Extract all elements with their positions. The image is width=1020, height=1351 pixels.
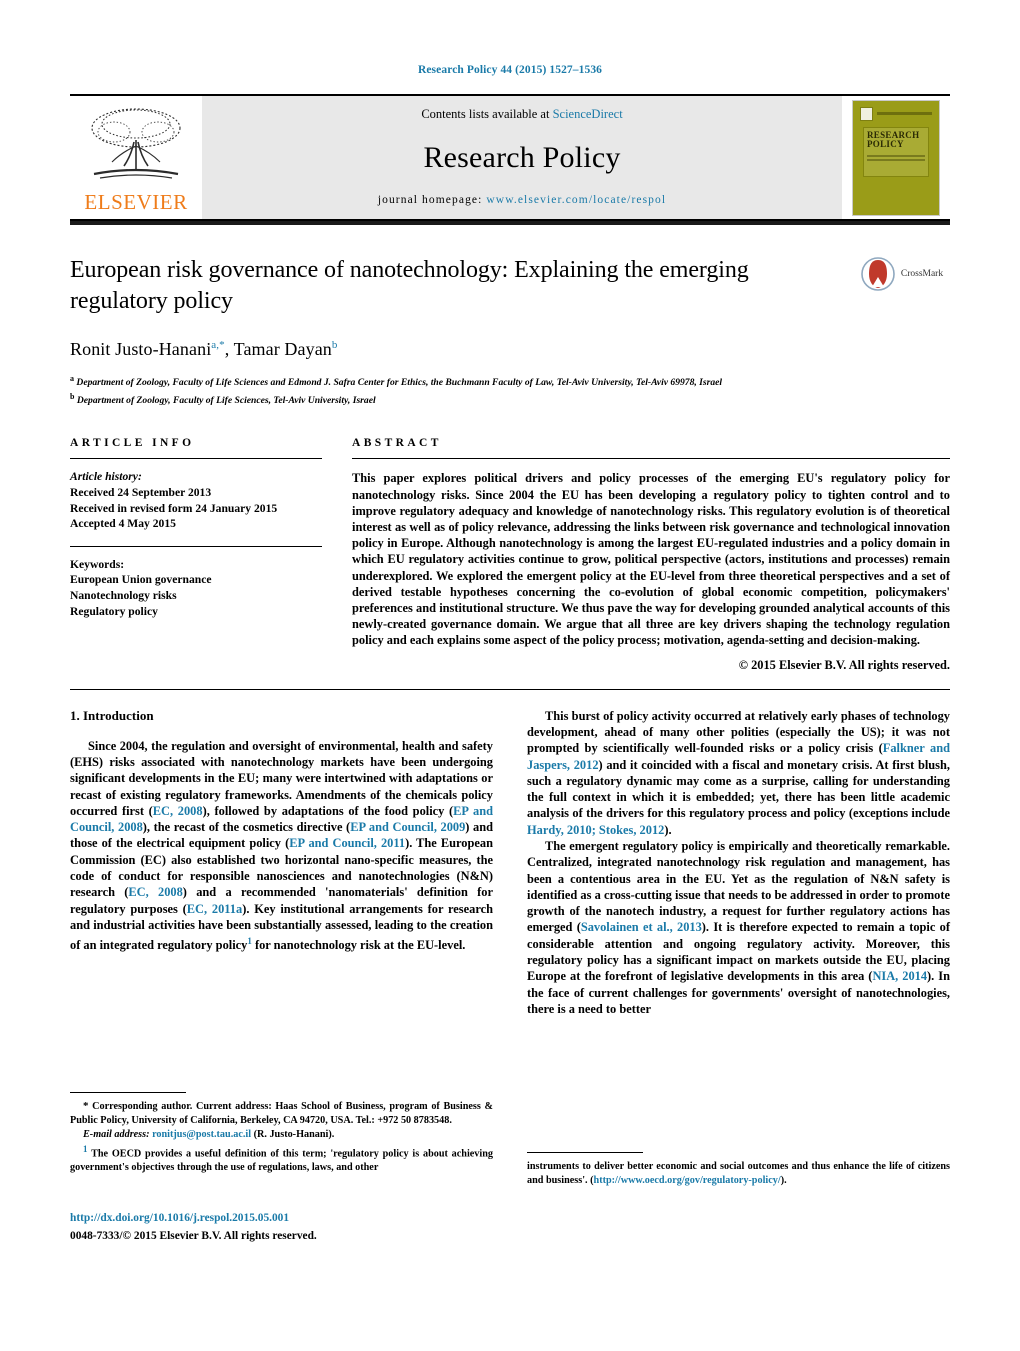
contents-prefix: Contents lists available at	[421, 107, 553, 121]
page-title: European risk governance of nanotechnolo…	[70, 257, 749, 314]
citation-link[interactable]: EP and Council, 2011	[289, 836, 405, 850]
issn-copyright-line: 0048-7333/© 2015 Elsevier B.V. All right…	[70, 1230, 317, 1242]
article-info-column: ARTICLE INFO Article history: Received 2…	[70, 437, 322, 672]
abstract-heading: ABSTRACT	[352, 437, 442, 450]
masthead-thick-bar	[70, 221, 950, 225]
corresponding-author-note: * Corresponding author. Current address:…	[70, 1100, 493, 1127]
elsevier-wordmark: ELSEVIER	[84, 190, 188, 214]
body-column-left: 1. Introduction Since 2004, the regulati…	[70, 708, 493, 1018]
history-item: Accepted 4 May 2015	[70, 517, 176, 531]
cover-title: RESEARCH POLICY	[867, 130, 919, 150]
affiliation-text: Department of Zoology, Faculty of Life S…	[76, 377, 723, 389]
crossmark-label: CrossMark	[900, 269, 944, 279]
history-item: Received in revised form 24 January 2015	[70, 501, 278, 515]
oecd-url-link[interactable]: http://www.oecd.org/gov/regulatory-polic…	[594, 1175, 781, 1186]
citation-link[interactable]: EP and Council, 2009	[350, 820, 465, 834]
footnote-1: 1 The OECD provides a useful definition …	[70, 1143, 493, 1175]
email-suffix: (R. Justo-Hanani).	[251, 1129, 335, 1141]
journal-masthead: ELSEVIER Contents lists available at Sci…	[70, 94, 950, 219]
author-affil-mark: a,*	[211, 339, 225, 351]
keyword-item: Nanotechnology risks	[70, 588, 177, 602]
cover-image: RESEARCH POLICY	[852, 99, 940, 216]
body-column-right: This burst of policy activity occurred a…	[527, 708, 950, 1018]
citation-link[interactable]: EC, 2008	[128, 885, 182, 899]
footnotes-right: instruments to deliver better economic a…	[527, 1152, 950, 1188]
paragraph-text: ).	[664, 822, 672, 837]
affiliation-mark: a	[70, 374, 74, 383]
affiliation-text: Department of Zoology, Faculty of Life S…	[76, 394, 376, 406]
homepage-line: journal homepage: www.elsevier.com/locat…	[378, 194, 666, 206]
info-abstract-row: ARTICLE INFO Article history: Received 2…	[70, 437, 950, 672]
affiliation-mark: b	[70, 391, 75, 401]
abstract-column: ABSTRACT This paper explores political d…	[352, 437, 950, 672]
paragraph: The emergent regulatory policy is empiri…	[527, 838, 950, 1017]
history-label: Article history:	[70, 470, 142, 484]
sciencedirect-link[interactable]: ScienceDirect	[553, 107, 623, 121]
journal-cover-thumbnail: RESEARCH POLICY	[842, 96, 950, 219]
footnote-1-cont-suffix: ).	[780, 1174, 787, 1186]
cover-subtitle-lines	[867, 154, 925, 163]
affiliation-item: a Department of Zoology, Faculty of Life…	[70, 372, 950, 390]
homepage-prefix: journal homepage:	[377, 194, 487, 206]
email-link[interactable]: ronitjus@post.tau.ac.il	[152, 1129, 251, 1140]
footnote-rule-right	[527, 1152, 643, 1153]
title-block: European risk governance of nanotechnolo…	[70, 255, 950, 407]
doi-link[interactable]: http://dx.doi.org/10.1016/j.respol.2015.…	[70, 1212, 289, 1224]
abstract-text: This paper explores political drivers an…	[352, 471, 950, 648]
paragraph-text: ), followed by adaptations of the food p…	[202, 803, 454, 818]
corresponding-author-text: Corresponding author. Current address: H…	[70, 1101, 493, 1126]
citation-link[interactable]: EC, 2008	[153, 804, 203, 818]
footnote-1-continuation: instruments to deliver better economic a…	[527, 1160, 950, 1187]
citation-link[interactable]: NIA, 2014	[872, 969, 927, 983]
contents-line: Contents lists available at ScienceDirec…	[421, 107, 622, 122]
author-name: Tamar Dayan	[233, 339, 332, 359]
cover-issue-line	[877, 112, 932, 115]
footnote-rule	[70, 1092, 186, 1093]
email-note: E-mail address: ronitjus@post.tau.ac.il …	[70, 1128, 493, 1142]
abstract-copyright: © 2015 Elsevier B.V. All rights reserved…	[738, 657, 950, 672]
author-list: Ronit Justo-Hanania,*, Tamar Dayanb	[70, 339, 950, 360]
article-history: Article history: Received 24 September 2…	[70, 459, 322, 531]
citation-link[interactable]: Hardy, 2010; Stokes, 2012	[527, 823, 664, 837]
article-info-heading: ARTICLE INFO	[70, 437, 195, 450]
footnotes-left: * Corresponding author. Current address:…	[70, 1092, 493, 1175]
footnote-1-text: The OECD provides a useful definition of…	[70, 1148, 493, 1173]
author-separator: ,	[224, 339, 234, 359]
paragraph-text: ), the recast of the cosmetics directive…	[142, 820, 351, 835]
author-name: Ronit Justo-Hanani	[70, 339, 212, 359]
keyword-item: European Union governance	[70, 573, 212, 587]
elsevier-logo: ELSEVIER	[70, 96, 202, 219]
crossmark-badge[interactable]: CrossMark	[854, 257, 950, 291]
history-item: Received 24 September 2013	[70, 485, 212, 499]
crossmark-icon	[861, 257, 895, 291]
cover-mini-logo-icon	[860, 106, 873, 121]
affiliation-item: b Department of Zoology, Faculty of Life…	[70, 390, 950, 408]
cover-title-line2: POLICY	[867, 139, 904, 149]
paragraph: This burst of policy activity occurred a…	[527, 708, 950, 838]
elsevier-tree-icon	[91, 108, 181, 179]
running-head: Research Policy 44 (2015) 1527–1536	[417, 64, 603, 76]
citation-link[interactable]: EC, 2011a	[187, 902, 242, 916]
cover-header-strip	[860, 106, 932, 121]
masthead-center: Contents lists available at ScienceDirec…	[202, 96, 842, 219]
section-heading: 1. Introduction	[70, 707, 154, 723]
keywords-label: Keywords:	[70, 557, 125, 571]
keywords-block: Keywords: European Union governance Nano…	[70, 547, 322, 619]
body-top-rule	[70, 688, 950, 690]
paragraph-text: for nanotechnology risk at the EU-level.	[251, 938, 466, 953]
body-columns: 1. Introduction Since 2004, the regulati…	[70, 708, 950, 1018]
homepage-url-link[interactable]: www.elsevier.com/locate/respol	[486, 194, 666, 206]
email-label: E-mail address:	[83, 1129, 150, 1141]
keyword-item: Regulatory policy	[70, 604, 158, 618]
citation-link[interactable]: Savolainen et al., 2013	[581, 920, 702, 934]
paragraph: Since 2004, the regulation and oversight…	[70, 738, 493, 954]
author-affil-mark: b	[331, 339, 338, 351]
article-page: Research Policy 44 (2015) 1527–1536 ELSE…	[0, 0, 1020, 1351]
journal-title: Research Policy	[423, 141, 621, 174]
affiliations: a Department of Zoology, Faculty of Life…	[70, 372, 950, 407]
